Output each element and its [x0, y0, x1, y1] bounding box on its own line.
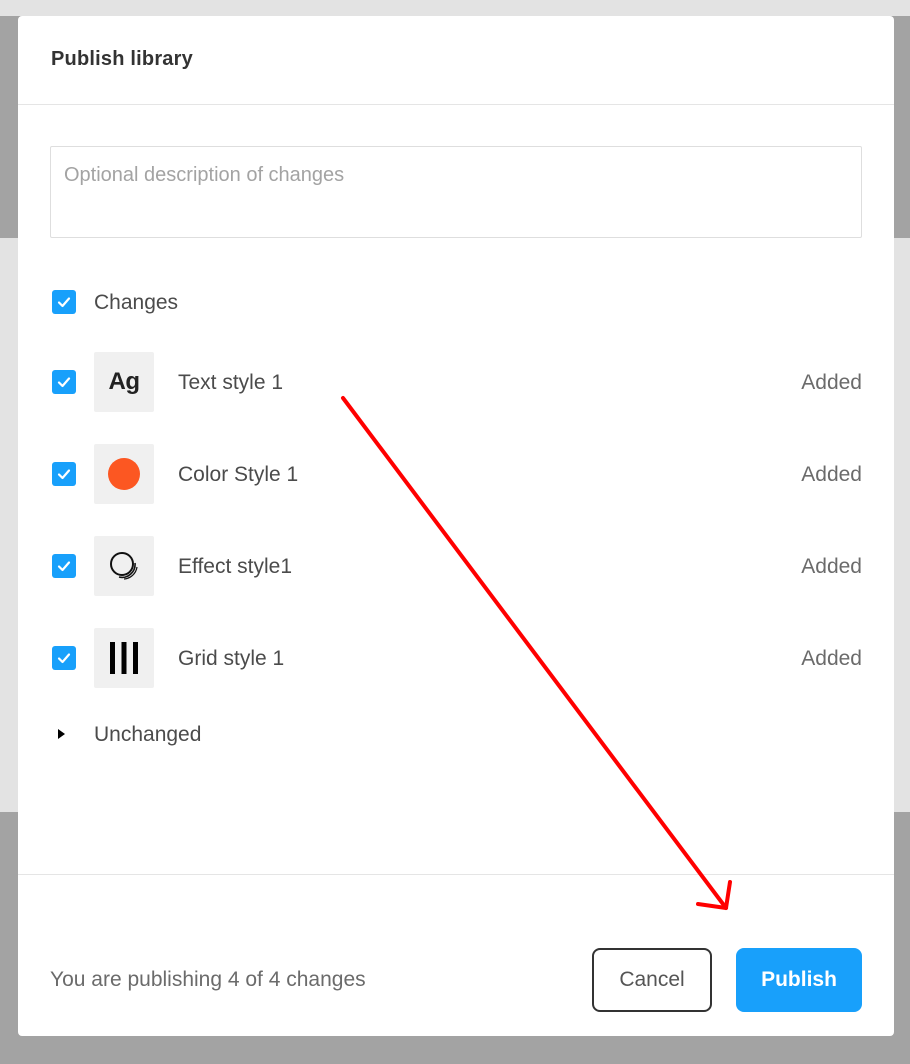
item-status: Added — [801, 555, 862, 578]
unchanged-toggle[interactable]: Unchanged — [94, 723, 201, 747]
item-name: Color Style 1 — [178, 463, 299, 486]
check-icon — [57, 469, 71, 480]
item-checkbox-effect-style[interactable] — [52, 554, 76, 578]
item-status: Added — [801, 647, 862, 670]
item-checkbox-color-style[interactable] — [52, 462, 76, 486]
text-style-thumb-label: Ag — [108, 368, 141, 395]
publish-summary: You are publishing 4 of 4 changes — [50, 968, 366, 991]
color-style-thumb — [94, 444, 154, 504]
grid-style-thumb — [94, 628, 154, 688]
effect-shadow-icon — [110, 552, 138, 580]
item-name: Text style 1 — [178, 371, 284, 394]
backdrop-top — [0, 0, 910, 16]
expand-caret-icon[interactable] — [58, 729, 65, 739]
footer-divider — [18, 874, 894, 875]
text-style-icon: Ag — [94, 352, 154, 412]
check-icon — [57, 561, 71, 572]
check-icon — [57, 297, 71, 308]
grid-columns-icon — [110, 642, 138, 674]
publish-library-dialog: Publish library Changes Ag Text style 1 … — [18, 16, 894, 1036]
effect-style-icon — [94, 536, 154, 596]
item-checkbox-text-style[interactable] — [52, 370, 76, 394]
dialog-header: Publish library — [18, 16, 894, 105]
item-name: Grid style 1 — [178, 647, 285, 670]
cancel-button[interactable]: Cancel — [592, 948, 712, 1012]
description-input[interactable] — [50, 146, 862, 238]
color-dot-icon — [108, 458, 140, 490]
check-icon — [57, 377, 71, 388]
item-checkbox-grid-style[interactable] — [52, 646, 76, 670]
publish-button[interactable]: Publish — [736, 948, 862, 1012]
item-status: Added — [801, 463, 862, 486]
changes-label: Changes — [94, 291, 179, 314]
check-icon — [57, 653, 71, 664]
item-name: Effect style1 — [178, 555, 293, 578]
changes-checkbox[interactable] — [52, 290, 76, 314]
item-status: Added — [801, 371, 862, 394]
dialog-title: Publish library — [51, 48, 193, 70]
